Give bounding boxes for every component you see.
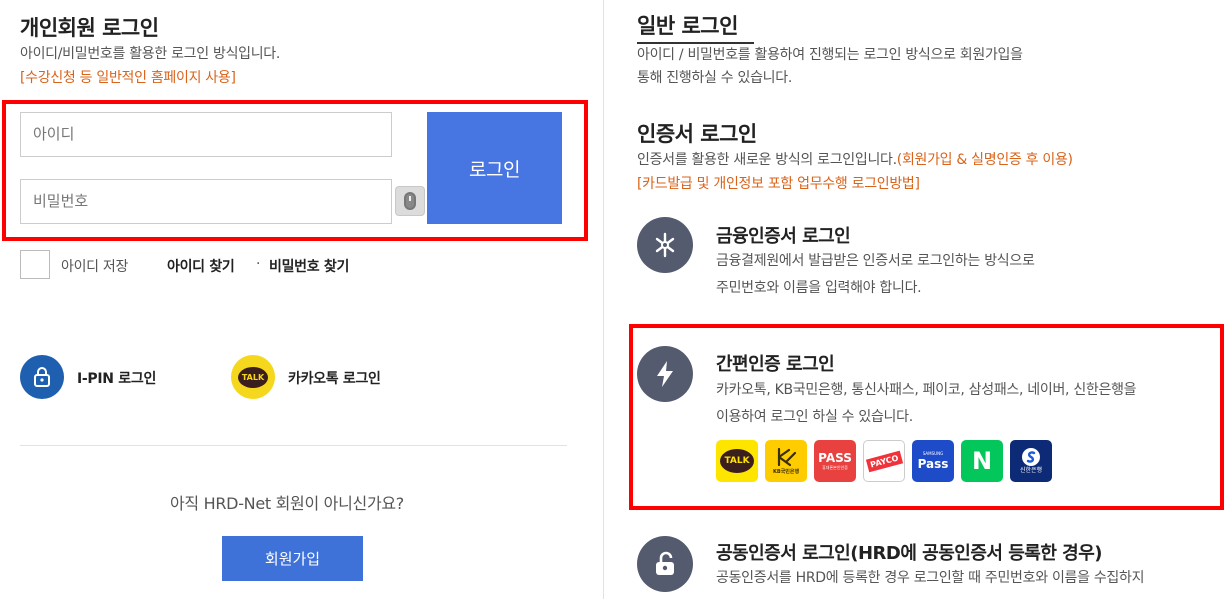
find-password-link[interactable]: 비밀번호 찾기 bbox=[269, 256, 349, 276]
samsung-pass-app-text: Pass bbox=[917, 457, 949, 471]
general-login-title: 일반 로그인 bbox=[637, 14, 738, 38]
cert-login-title: 인증서 로그인 bbox=[637, 122, 757, 146]
link-separator: · bbox=[256, 256, 261, 272]
kakao-app-text: TALK bbox=[720, 449, 754, 473]
join-button[interactable]: 회원가입 bbox=[222, 536, 363, 581]
pass-app-text: PASS bbox=[818, 450, 852, 465]
lock-icon[interactable] bbox=[20, 355, 64, 399]
cert-login-note: [카드발급 및 개인정보 포함 업무수행 로그인방법] bbox=[637, 176, 920, 192]
general-login-desc-2: 통해 진행하실 수 있습니다. bbox=[637, 70, 792, 86]
kakaotalk-icon-text: TALK bbox=[238, 366, 268, 388]
personal-login-note: [수강신청 등 일반적인 홈페이지 사용] bbox=[20, 70, 236, 86]
payco-app-icon[interactable]: PAYCO bbox=[863, 440, 905, 482]
cert-login-condition: (회원가입 & 실명인증 후 이용) bbox=[896, 152, 1073, 168]
id-input[interactable]: 아이디 bbox=[20, 112, 392, 157]
personal-login-panel: 개인회원 로그인 아이디/비밀번호를 활용한 로그인 방식입니다. [수강신청 … bbox=[0, 0, 603, 599]
simple-auth-title[interactable]: 간편인증 로그인 bbox=[716, 350, 835, 376]
naver-app-icon[interactable]: N bbox=[961, 440, 1003, 482]
simple-auth-desc-2: 이용하여 로그인 하실 수 있습니다. bbox=[716, 409, 913, 425]
login-methods-panel: 일반 로그인 아이디 / 비밀번호를 활용하여 진행되는 로그인 방식으로 회원… bbox=[604, 0, 1227, 599]
kb-bank-app-text: KB국민은행 bbox=[772, 468, 800, 475]
naver-app-text: N bbox=[971, 447, 993, 475]
password-input[interactable]: 비밀번호 bbox=[20, 179, 392, 224]
public-cert-desc: 공동인증서를 HRD에 등록한 경우 로그인할 때 주민번호와 이름을 수집하지 bbox=[716, 570, 1145, 586]
kakaotalk-icon[interactable]: TALK bbox=[231, 355, 275, 399]
pass-app-icon[interactable]: PASS 휴대폰본인인증 bbox=[814, 440, 856, 482]
payco-app-text: PAYCO bbox=[865, 450, 903, 472]
divider bbox=[20, 445, 567, 446]
finance-cert-desc-1: 금융결제원에서 발급받은 인증서로 로그인하는 방식으로 bbox=[716, 253, 1035, 269]
kb-star-icon bbox=[777, 447, 797, 466]
public-cert-title[interactable]: 공동인증서 로그인(HRD에 공동인증서 등록한 경우) bbox=[716, 539, 1103, 565]
find-id-link[interactable]: 아이디 찾기 bbox=[167, 256, 235, 276]
finance-cert-title[interactable]: 금융인증서 로그인 bbox=[716, 222, 851, 248]
personal-login-desc: 아이디/비밀번호를 활용한 로그인 방식입니다. bbox=[20, 46, 281, 62]
pass-app-subtext: 휴대폰본인인증 bbox=[822, 464, 848, 470]
kb-bank-app-icon[interactable]: KB국민은행 bbox=[765, 440, 807, 482]
kakao-app-icon[interactable]: TALK bbox=[716, 440, 758, 482]
not-member-text: 아직 HRD-Net 회원이 아니신가요? bbox=[170, 494, 404, 513]
ipin-login-link[interactable]: I-PIN 로그인 bbox=[77, 368, 156, 388]
simple-auth-desc-1: 카카오톡, KB국민은행, 통신사패스, 페이코, 삼성패스, 네이버, 신한은… bbox=[716, 382, 1137, 398]
save-id-checkbox[interactable] bbox=[20, 250, 50, 279]
finance-cert-icon[interactable] bbox=[637, 217, 693, 273]
login-button[interactable]: 로그인 bbox=[427, 112, 562, 224]
shinhan-logo-icon bbox=[1022, 448, 1040, 466]
shinhan-bank-app-icon[interactable]: 신한은행 bbox=[1010, 440, 1052, 482]
general-login-desc-1: 아이디 / 비밀번호를 활용하여 진행되는 로그인 방식으로 회원가입을 bbox=[637, 47, 1023, 63]
cert-login-desc-text: 인증서를 활용한 새로운 방식의 로그인입니다. bbox=[637, 152, 897, 168]
lightning-icon[interactable] bbox=[637, 346, 693, 402]
personal-login-title: 개인회원 로그인 bbox=[20, 16, 159, 40]
shinhan-bank-app-text: 신한은행 bbox=[1019, 467, 1043, 474]
virtual-keyboard-mouse-icon[interactable] bbox=[395, 186, 425, 216]
unlock-icon[interactable] bbox=[637, 536, 693, 592]
samsung-pass-app-icon[interactable]: SAMSUNG Pass bbox=[912, 440, 954, 482]
kakao-login-link[interactable]: 카카오톡 로그인 bbox=[288, 368, 381, 388]
save-id-label: 아이디 저장 bbox=[61, 259, 129, 275]
finance-cert-desc-2: 주민번호와 이름을 입력해야 합니다. bbox=[716, 280, 922, 296]
cert-login-desc: 인증서를 활용한 새로운 방식의 로그인입니다.(회원가입 & 실명인증 후 이… bbox=[637, 148, 1073, 173]
